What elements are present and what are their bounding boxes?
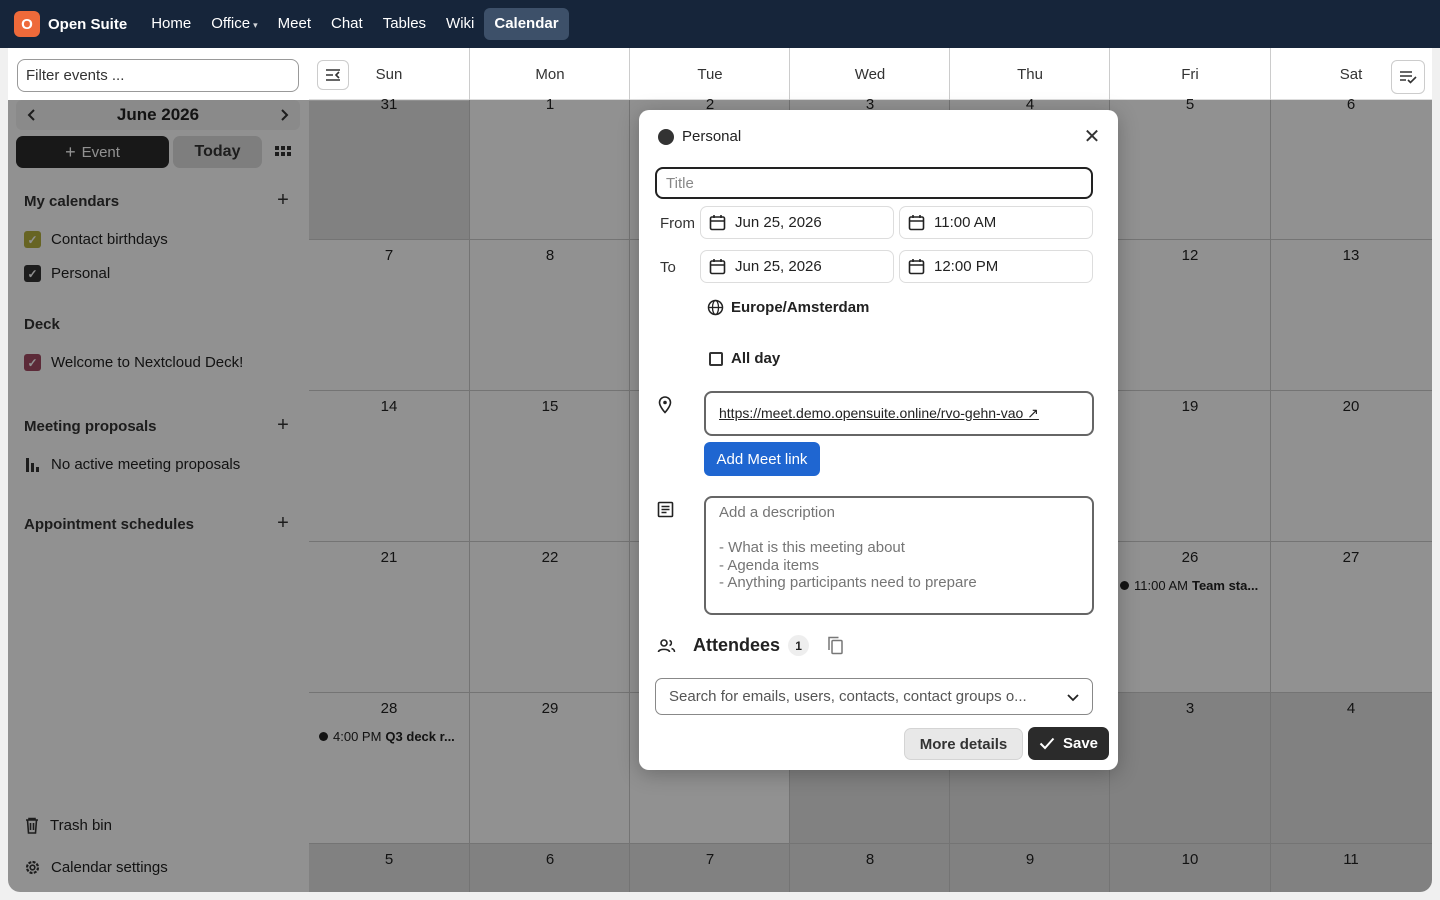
from-date-value: Jun 25, 2026 <box>735 214 822 231</box>
attendees-count-badge: 1 <box>788 635 810 656</box>
event-title-input[interactable] <box>655 167 1093 199</box>
app-name: Open Suite <box>48 15 128 33</box>
checkmark-icon <box>1039 737 1055 750</box>
weekday-sun: Sun <box>375 66 403 83</box>
attendees-title: Attendees <box>693 635 781 655</box>
weekday-mon: Mon <box>535 66 565 83</box>
nav-office-label: Office <box>211 15 251 32</box>
description-textarea[interactable] <box>704 496 1094 615</box>
to-label: To <box>660 259 676 276</box>
list-check-icon <box>1400 71 1417 84</box>
more-details-button[interactable]: More details <box>904 728 1023 760</box>
attendee-search-placeholder: Search for emails, users, contacts, cont… <box>669 688 1027 705</box>
nav-calendar[interactable]: Calendar <box>484 8 569 40</box>
new-event-popover: Personal ✕ From Jun 25, 2026 11:00 AM To… <box>639 110 1118 770</box>
to-time-field[interactable]: 12:00 PM <box>899 250 1093 283</box>
weekday-tue: Tue <box>697 66 723 83</box>
globe-icon <box>707 299 724 316</box>
people-icon <box>657 638 676 652</box>
to-time-value: 12:00 PM <box>934 258 999 275</box>
to-date-value: Jun 25, 2026 <box>735 258 822 275</box>
nav-chat[interactable]: Chat <box>321 8 373 40</box>
calendar-icon <box>908 215 925 231</box>
nav-meet[interactable]: Meet <box>268 8 321 40</box>
all-day-checkbox[interactable]: All day <box>709 350 780 367</box>
attendees-header: Attendees 1 <box>657 635 844 656</box>
logo-icon: O <box>14 11 40 37</box>
save-label: Save <box>1062 735 1099 752</box>
app-logo[interactable]: O Open Suite <box>14 11 127 37</box>
nav-home[interactable]: Home <box>141 8 201 40</box>
main-nav: Home Office ▾ Meet Chat Tables Wiki Calen… <box>141 8 569 40</box>
view-settings-button[interactable] <box>1391 60 1425 94</box>
attendee-search-select[interactable]: Search for emails, users, contacts, cont… <box>655 678 1093 715</box>
weekday-thu: Thu <box>1017 66 1043 83</box>
nav-tables[interactable]: Tables <box>373 8 436 40</box>
weekday-fri: Fri <box>1181 66 1199 83</box>
from-time-value: 11:00 AM <box>934 214 997 231</box>
location-pin-icon <box>658 396 672 414</box>
weekday-wed: Wed <box>854 66 886 83</box>
close-icon[interactable]: ✕ <box>1083 127 1101 147</box>
calendar-name: Personal <box>682 128 742 145</box>
calendar-color-dot <box>658 128 674 145</box>
calendar-icon <box>709 215 726 231</box>
top-bar: O Open Suite Home Office ▾ Meet Chat Tabl… <box>0 0 1440 48</box>
calendar-picker[interactable]: Personal <box>658 128 741 145</box>
chevron-down-icon <box>1067 693 1079 701</box>
filter-events-input[interactable] <box>17 59 299 92</box>
timezone-picker[interactable]: Europe/Amsterdam <box>707 299 869 316</box>
calendar-icon <box>908 259 925 275</box>
from-time-field[interactable]: 11:00 AM <box>899 206 1093 239</box>
description-icon <box>657 501 674 518</box>
to-date-field[interactable]: Jun 25, 2026 <box>700 250 894 283</box>
all-day-label: All day <box>731 350 781 367</box>
checkbox-unchecked-icon <box>709 351 723 366</box>
chevron-down-icon: ▾ <box>253 20 258 30</box>
copy-icon[interactable] <box>827 636 844 655</box>
weekday-header: Sun Mon Tue Wed Thu Fri Sat <box>309 48 1432 100</box>
timezone-value: Europe/Amsterdam <box>731 299 870 316</box>
from-date-field[interactable]: Jun 25, 2026 <box>700 206 894 239</box>
nav-office[interactable]: Office ▾ <box>201 8 267 40</box>
calendar-icon <box>709 259 726 275</box>
location-link[interactable]: https://meet.demo.opensuite.online/rvo-g… <box>704 391 1094 436</box>
from-label: From <box>660 215 695 232</box>
nav-wiki[interactable]: Wiki <box>436 8 484 40</box>
add-meet-link-button[interactable]: Add Meet link <box>704 442 820 476</box>
save-button[interactable]: Save <box>1028 727 1109 760</box>
